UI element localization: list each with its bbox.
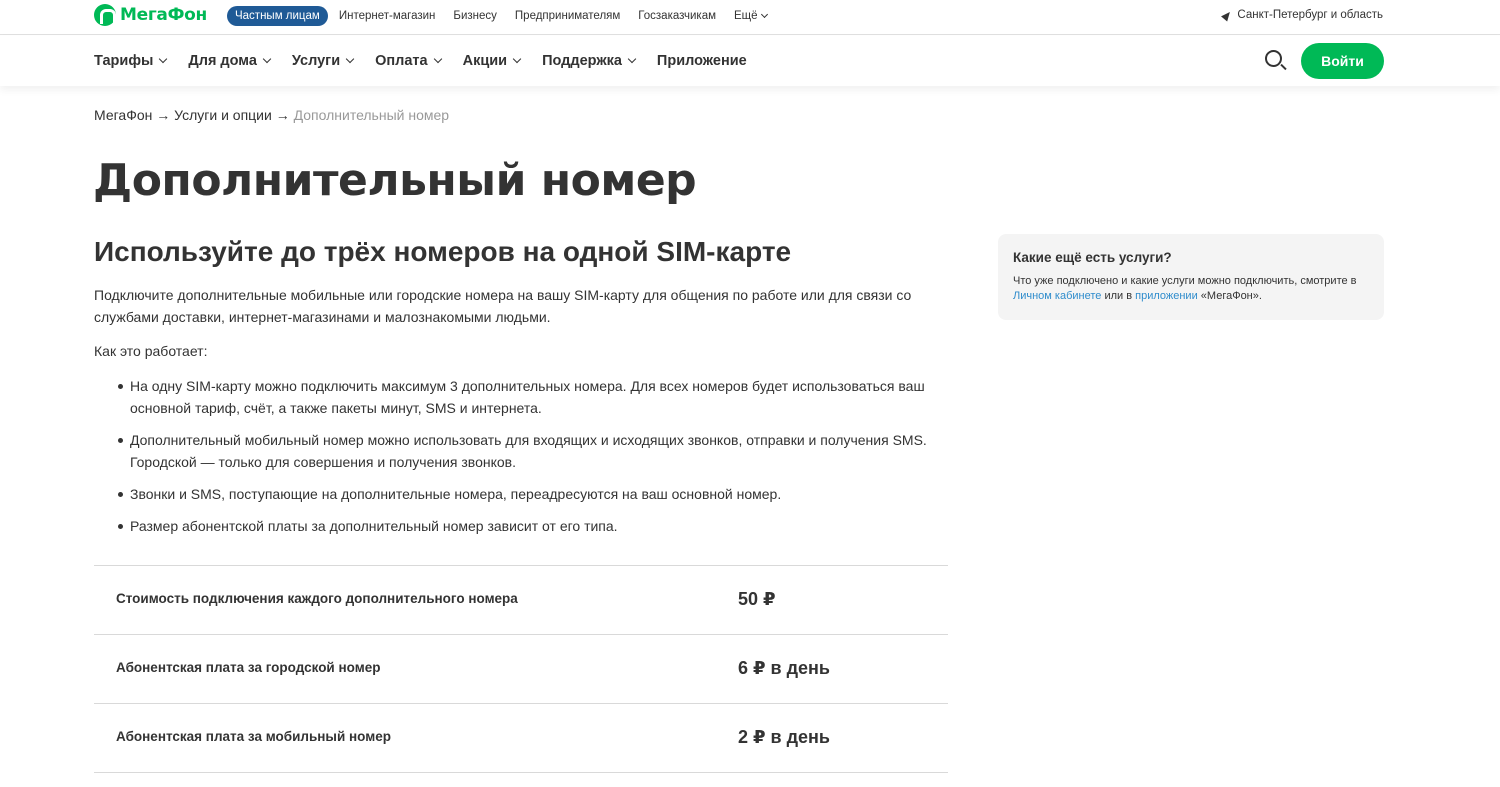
other-services-card: Какие ещё есть услуги? Что уже подключен… <box>998 234 1384 320</box>
list-item: Дополнительный мобильный номер можно исп… <box>116 429 936 473</box>
menu-item-payment[interactable]: Оплата <box>375 53 442 69</box>
megafon-logo[interactable]: МегаФон <box>94 4 207 26</box>
card-title: Какие ещё есть услуги? <box>1013 250 1172 265</box>
menu-item-services[interactable]: Услуги <box>291 53 355 69</box>
table-row: Абонентская плата за мобильный номер 2 ₽… <box>94 704 948 773</box>
region-selector[interactable]: Санкт-Петербург и область <box>1221 8 1383 22</box>
chevron-down-icon <box>627 54 637 64</box>
breadcrumb-home[interactable]: МегаФон <box>94 107 152 123</box>
menu-item-label: Для дома <box>188 53 257 69</box>
card-text-middle: или в <box>1101 290 1136 302</box>
segment-private[interactable]: Частным лицам <box>227 5 328 26</box>
breadcrumb-separator: → <box>271 107 294 123</box>
login-button[interactable]: Войти <box>1301 43 1384 79</box>
table-row: Стоимость подключения каждого дополнител… <box>94 566 948 635</box>
top-bar: МегаФон Частным лицам Интернет-магазин Б… <box>0 0 1500 35</box>
segment-nav: Частным лицам Интернет-магазин Бизнесу П… <box>227 4 785 27</box>
menu-item-label: Оплата <box>375 53 428 69</box>
menu-item-label: Поддержка <box>542 53 622 69</box>
chevron-down-icon <box>512 54 522 64</box>
price-label: Абонентская плата за мобильный номер <box>116 729 391 744</box>
main-nav: Тарифы Для дома Услуги Оплата Акции Подд… <box>0 36 1500 86</box>
how-it-works-label: Как это работает: <box>94 343 208 359</box>
card-text-before: Что уже подключено и какие услуги можно … <box>1013 275 1357 287</box>
price-label: Стоимость подключения каждого дополнител… <box>116 591 518 606</box>
segment-more-label: Ещё <box>734 9 758 22</box>
megafon-logo-icon <box>94 4 116 26</box>
breadcrumb: МегаФон → Услуги и опции → Дополнительны… <box>94 107 449 123</box>
main-menu: Тарифы Для дома Услуги Оплата Акции Подд… <box>94 53 769 69</box>
menu-item-support[interactable]: Поддержка <box>542 53 637 69</box>
menu-item-home[interactable]: Для дома <box>188 53 272 69</box>
price-value: 6 ₽ в день <box>738 658 830 678</box>
menu-item-label: Приложение <box>656 53 747 69</box>
chevron-down-icon <box>760 10 768 18</box>
location-arrow-icon <box>1221 8 1234 22</box>
list-item: Размер абонентской платы за дополнительн… <box>116 515 936 537</box>
list-item: Звонки и SMS, поступающие на дополнитель… <box>116 483 936 505</box>
price-value: 2 ₽ в день <box>738 727 830 747</box>
app-link[interactable]: приложении <box>1135 290 1198 302</box>
section-subtitle: Используйте до трёх номеров на одной SIM… <box>94 236 792 267</box>
segment-government[interactable]: Госзаказчикам <box>638 10 716 22</box>
chevron-down-icon <box>433 54 442 64</box>
personal-account-link[interactable]: Личном кабинете <box>1013 290 1101 302</box>
search-icon[interactable] <box>1265 50 1287 71</box>
features-list: На одну SIM-карту можно подключить макси… <box>116 375 936 547</box>
search-icon-handle <box>1280 63 1287 71</box>
chevron-down-icon <box>159 54 168 64</box>
logo-text: МегаФон <box>120 5 207 25</box>
segment-more[interactable]: Ещё <box>734 9 768 22</box>
price-label: Абонентская плата за городской номер <box>116 660 381 675</box>
segment-entrepreneurs[interactable]: Предпринимателям <box>515 10 620 22</box>
card-text: Что уже подключено и какие услуги можно … <box>1013 274 1369 304</box>
table-row: Абонентская плата за городской номер 6 ₽… <box>94 635 948 704</box>
segment-business[interactable]: Бизнесу <box>453 10 497 22</box>
breadcrumb-current: Дополнительный номер <box>293 107 450 123</box>
price-value: 50 ₽ <box>738 589 776 609</box>
page-title: Дополнительный номер <box>93 155 697 206</box>
menu-item-label: Акции <box>462 53 508 69</box>
intro-paragraph: Подключите дополнительные мобильные или … <box>94 287 912 325</box>
segment-shop[interactable]: Интернет-магазин <box>339 10 436 22</box>
menu-item-promos[interactable]: Акции <box>462 53 522 69</box>
chevron-down-icon <box>262 54 272 64</box>
menu-item-label: Тарифы <box>94 53 154 69</box>
chevron-down-icon <box>345 54 355 64</box>
breadcrumb-services[interactable]: Услуги и опции <box>174 107 272 123</box>
price-table: Стоимость подключения каждого дополнител… <box>94 565 948 773</box>
menu-item-app[interactable]: Приложение <box>657 53 747 69</box>
menu-item-label: Услуги <box>291 53 341 69</box>
card-text-after: «МегаФон». <box>1197 290 1262 302</box>
menu-item-tariffs[interactable]: Тарифы <box>94 53 168 69</box>
region-label: Санкт-Петербург и область <box>1237 9 1383 21</box>
breadcrumb-separator: → <box>152 107 175 123</box>
list-item: На одну SIM-карту можно подключить макси… <box>116 375 936 419</box>
